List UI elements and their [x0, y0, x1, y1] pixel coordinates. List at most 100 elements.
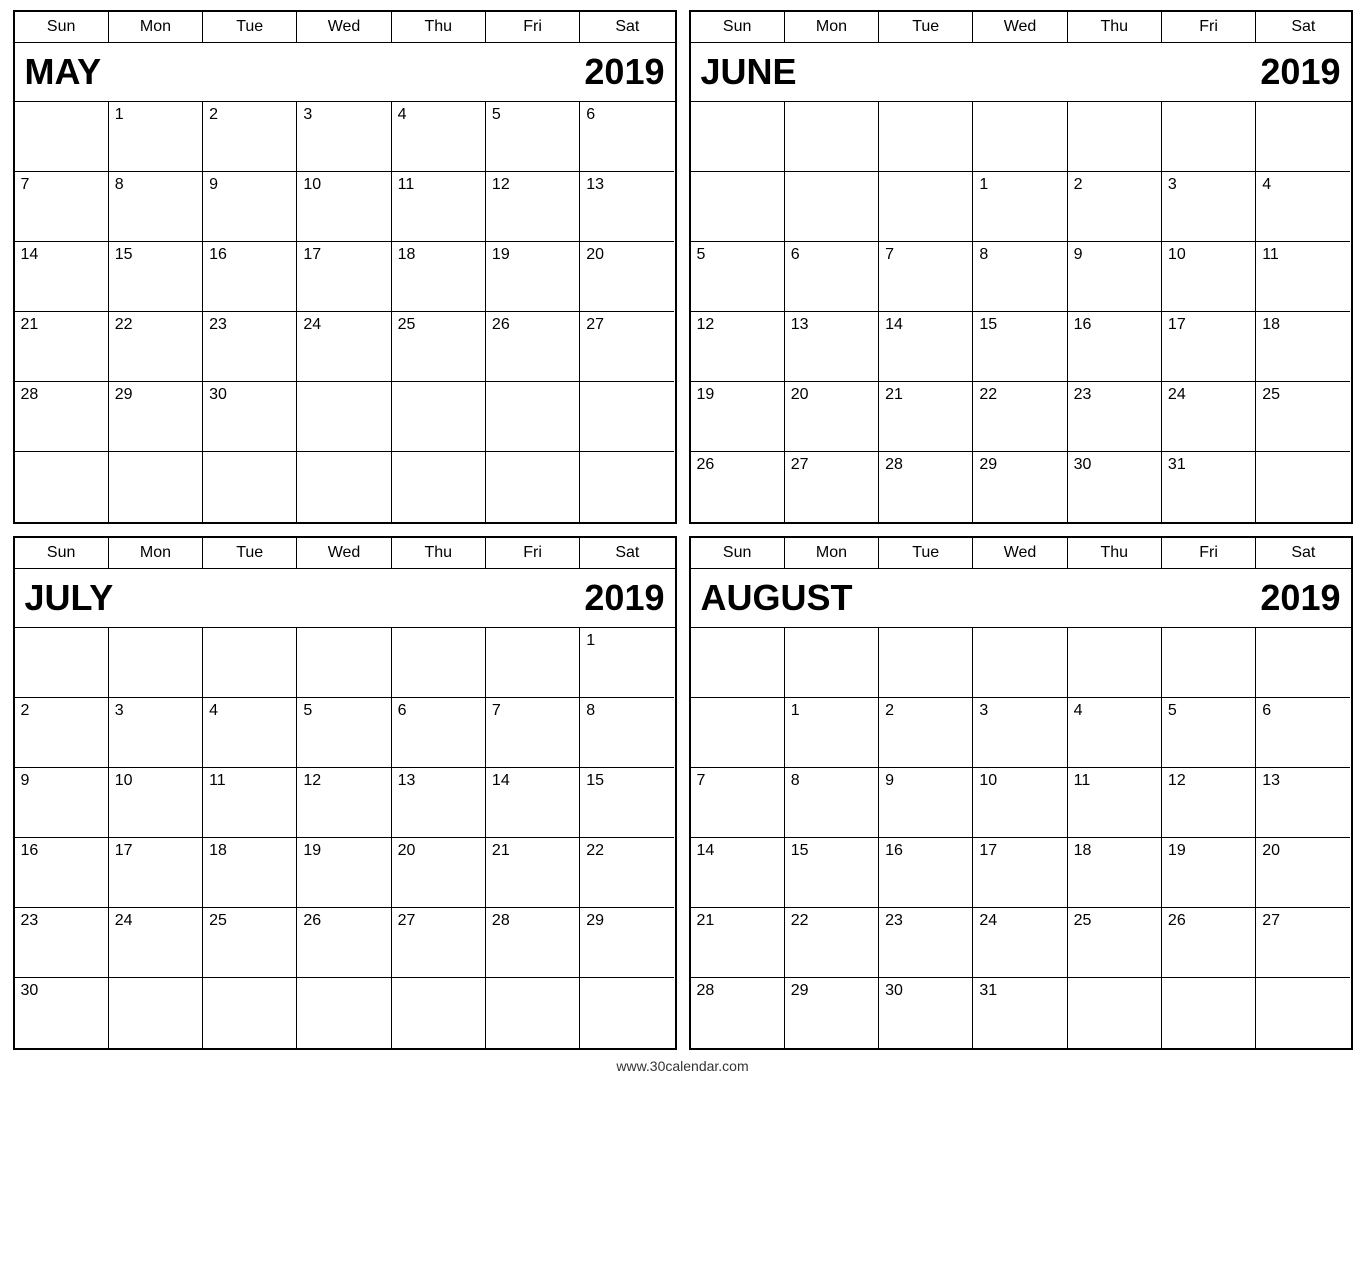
cal-cell: 25 [1068, 908, 1162, 978]
cal-cell: 21 [879, 382, 973, 452]
cal-cell [297, 978, 391, 1048]
cal-cell: 23 [203, 312, 297, 382]
cal-cell [392, 452, 486, 522]
month-year-row: MAY2019 [15, 43, 675, 102]
cal-cell: 20 [392, 838, 486, 908]
cal-cell: 9 [879, 768, 973, 838]
month-year-row: JULY2019 [15, 569, 675, 628]
cal-cell: 17 [1162, 312, 1256, 382]
calendar-august-2019: SunMonTueWedThuFriSatAUGUST2019123456789… [689, 536, 1353, 1050]
cal-cell: 24 [109, 908, 203, 978]
cal-cell: 14 [15, 242, 109, 312]
cal-cell: 8 [580, 698, 674, 768]
cal-cell: 13 [580, 172, 674, 242]
cal-cell: 30 [15, 978, 109, 1048]
cal-cell: 2 [1068, 172, 1162, 242]
cal-cell: 5 [691, 242, 785, 312]
cal-cell: 12 [691, 312, 785, 382]
cal-cell: 23 [1068, 382, 1162, 452]
cal-cell [1256, 452, 1350, 522]
cal-cell: 26 [297, 908, 391, 978]
cal-cell: 7 [486, 698, 580, 768]
cal-cell: 13 [392, 768, 486, 838]
cal-cell: 24 [297, 312, 391, 382]
cal-cell: 10 [973, 768, 1067, 838]
cal-cell: 4 [1256, 172, 1350, 242]
cal-cell [15, 628, 109, 698]
cal-cell: 5 [486, 102, 580, 172]
cal-cell [1256, 978, 1350, 1048]
cal-cell: 14 [486, 768, 580, 838]
cal-cell: 18 [392, 242, 486, 312]
day-name-thu: Thu [392, 538, 486, 568]
cal-grid: 1234567891011121314151617181920212223242… [691, 102, 1351, 522]
cal-cell [203, 452, 297, 522]
cal-cell: 4 [392, 102, 486, 172]
cal-cell: 9 [1068, 242, 1162, 312]
cal-cell: 30 [203, 382, 297, 452]
cal-cell: 13 [785, 312, 879, 382]
cal-cell [973, 628, 1067, 698]
cal-cell: 10 [297, 172, 391, 242]
cal-cell: 10 [109, 768, 203, 838]
cal-cell: 11 [392, 172, 486, 242]
cal-cell [973, 102, 1067, 172]
cal-cell: 11 [1256, 242, 1350, 312]
cal-cell: 4 [1068, 698, 1162, 768]
cal-cell: 18 [1256, 312, 1350, 382]
cal-cell: 19 [297, 838, 391, 908]
cal-cell: 30 [1068, 452, 1162, 522]
day-name-tue: Tue [203, 538, 297, 568]
day-name-sun: Sun [15, 12, 109, 42]
cal-cell: 3 [973, 698, 1067, 768]
cal-cell: 16 [879, 838, 973, 908]
day-name-fri: Fri [486, 538, 580, 568]
cal-cell [879, 102, 973, 172]
cal-cell: 19 [1162, 838, 1256, 908]
cal-cell [879, 172, 973, 242]
cal-cell: 8 [973, 242, 1067, 312]
cal-cell: 3 [297, 102, 391, 172]
cal-cell: 31 [1162, 452, 1256, 522]
year-label: 2019 [1260, 577, 1340, 619]
calendar-may-2019: SunMonTueWedThuFriSatMAY2019123456789101… [13, 10, 677, 524]
day-name-sat: Sat [580, 12, 674, 42]
month-year-row: AUGUST 2019 [691, 569, 1351, 628]
cal-cell: 8 [109, 172, 203, 242]
cal-cell: 19 [691, 382, 785, 452]
month-name: AUGUST [701, 577, 853, 619]
year-label: 2019 [584, 577, 664, 619]
day-name-wed: Wed [297, 12, 391, 42]
month-year-row: JUNE2019 [691, 43, 1351, 102]
cal-cell: 2 [879, 698, 973, 768]
cal-cell [486, 452, 580, 522]
cal-cell: 21 [15, 312, 109, 382]
cal-cell [486, 382, 580, 452]
cal-cell: 7 [879, 242, 973, 312]
cal-grid: 1234567891011121314151617181920212223242… [691, 628, 1351, 1048]
cal-cell [392, 978, 486, 1048]
cal-cell: 16 [15, 838, 109, 908]
cal-cell [785, 628, 879, 698]
day-name-thu: Thu [1068, 12, 1162, 42]
day-name-tue: Tue [879, 12, 973, 42]
cal-cell: 22 [973, 382, 1067, 452]
cal-cell: 26 [486, 312, 580, 382]
cal-cell: 25 [392, 312, 486, 382]
day-name-sun: Sun [15, 538, 109, 568]
day-name-sat: Sat [580, 538, 674, 568]
cal-cell [1256, 102, 1350, 172]
cal-cell: 5 [297, 698, 391, 768]
cal-cell: 7 [691, 768, 785, 838]
cal-cell [1162, 628, 1256, 698]
cal-cell: 17 [297, 242, 391, 312]
cal-cell: 17 [973, 838, 1067, 908]
cal-cell [580, 452, 674, 522]
cal-cell [1256, 628, 1350, 698]
day-name-sat: Sat [1256, 12, 1350, 42]
cal-cell: 24 [973, 908, 1067, 978]
cal-cell: 10 [1162, 242, 1256, 312]
cal-cell [691, 698, 785, 768]
cal-cell: 1 [973, 172, 1067, 242]
cal-cell: 27 [785, 452, 879, 522]
